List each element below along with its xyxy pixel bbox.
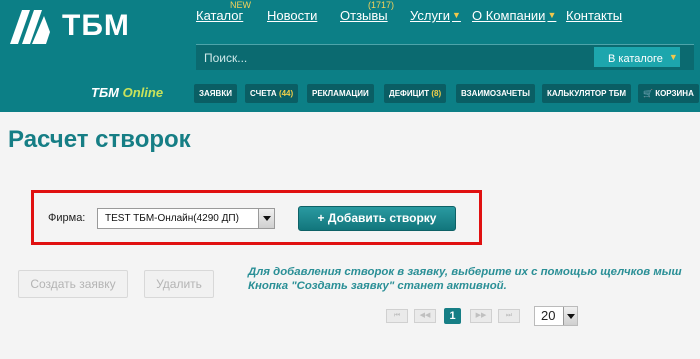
subnav-item-requests[interactable]: ЗАЯВКИ — [194, 84, 237, 103]
cart-icon: 🛒 — [643, 89, 653, 98]
search-input[interactable] — [204, 49, 584, 67]
chevron-down-icon: ▼ — [451, 10, 461, 20]
selection-hint-line1: Для добавления створок в заявку, выберит… — [248, 266, 682, 278]
firm-select[interactable]: TEST ТБМ-Онлайн(4290 ДП) — [97, 208, 275, 229]
subnav-item-invoices[interactable]: СЧЕТА (44) — [245, 84, 299, 103]
nav-item-about[interactable]: О Компании ▼ — [472, 8, 556, 23]
tbm-online-brand-accent: Online — [122, 85, 164, 100]
search-bar: В каталоге ▼ — [196, 44, 694, 70]
subnav-item-deficit-label: ДЕФИЦИТ — [389, 89, 430, 98]
search-scope-label: В каталоге — [608, 53, 663, 65]
tbm-online-brand-text: ТБМ — [91, 85, 119, 100]
nav-item-services[interactable]: Услуги ▼ — [410, 8, 461, 23]
chevron-down-icon: ▼ — [668, 52, 678, 62]
logo[interactable]: ТБМ — [6, 6, 130, 46]
page-size-select[interactable]: 20 — [534, 306, 578, 326]
subnav-item-invoices-count: (44) — [278, 89, 294, 98]
logo-mark-icon — [10, 10, 50, 44]
tbm-online-nav: ТБМ Online ЗАЯВКИ СЧЕТА (44) РЕКЛАМАЦИИ … — [0, 82, 700, 106]
firm-label: Фирма: — [48, 212, 86, 224]
delete-button[interactable]: Удалить — [144, 270, 214, 298]
subnav-item-deficit[interactable]: ДЕФИЦИТ (8) — [384, 84, 447, 103]
nav-item-about-label: О Компании — [472, 8, 546, 23]
subnav-item-claims[interactable]: РЕКЛАМАЦИИ — [307, 84, 374, 103]
subnav-item-calculator[interactable]: КАЛЬКУЛЯТОР ТБМ — [542, 84, 632, 103]
nav-item-catalog[interactable]: Каталог — [196, 8, 243, 23]
create-request-button[interactable]: Создать заявку — [18, 270, 128, 298]
subnav-item-cart[interactable]: 🛒 КОРЗИНА — [638, 84, 699, 103]
nav-item-reviews[interactable]: Отзывы — [340, 8, 388, 23]
subnav-item-cart-label: КОРЗИНА — [655, 89, 694, 98]
page-size-value: 20 — [541, 308, 556, 323]
nav-item-services-label: Услуги — [410, 8, 450, 23]
pager-last-button[interactable]: ⏭ — [498, 309, 520, 323]
logo-text: ТБМ — [62, 9, 130, 42]
nav-item-contacts[interactable]: Контакты — [566, 8, 622, 23]
subnav-item-offsets[interactable]: ВЗАИМОЗАЧЕТЫ — [456, 84, 535, 103]
subnav-item-invoices-label: СЧЕТА — [250, 89, 277, 98]
tbm-online-brand[interactable]: ТБМ Online — [91, 85, 163, 100]
selection-hint-line2: Кнопка "Создать заявку" станет активной. — [248, 279, 507, 292]
search-scope-select[interactable]: В каталоге ▼ — [594, 47, 680, 67]
subnav-item-deficit-count: (8) — [431, 89, 442, 98]
pager-current-page[interactable]: 1 — [444, 308, 461, 324]
chevron-down-icon[interactable] — [563, 307, 577, 325]
nav-item-news[interactable]: Новости — [267, 8, 317, 23]
page-title: Расчет створок — [8, 126, 191, 153]
pager-prev-button[interactable]: ◀◀ — [414, 309, 436, 323]
chevron-down-icon[interactable] — [258, 209, 274, 228]
pager-next-button[interactable]: ▶▶ — [470, 309, 492, 323]
add-sash-button[interactable]: + Добавить створку — [298, 206, 456, 231]
selection-hint: Для добавления створок в заявку, выберит… — [248, 266, 700, 293]
firm-selection-panel: Фирма: TEST ТБМ-Онлайн(4290 ДП) + Добави… — [31, 190, 482, 245]
firm-select-value: TEST ТБМ-Онлайн(4290 ДП) — [105, 213, 239, 224]
chevron-down-icon: ▼ — [547, 10, 557, 20]
site-header: ТБМ NEW Каталог Новости (1717) Отзывы Ус… — [0, 0, 700, 112]
pager-first-button[interactable]: ⏮ — [386, 309, 408, 323]
